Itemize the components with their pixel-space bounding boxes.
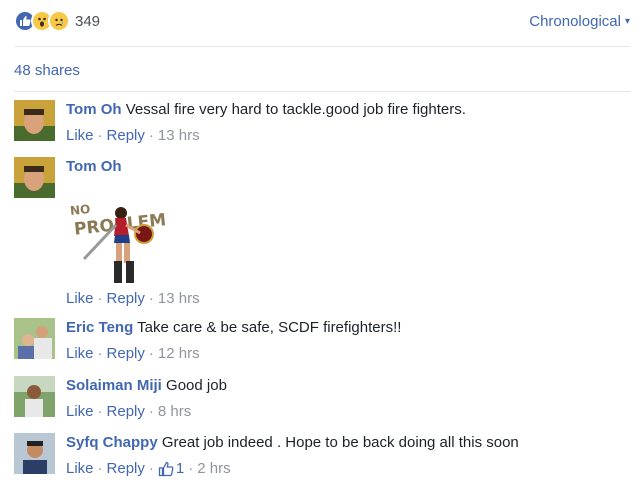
comment-author-link[interactable]: Eric Teng xyxy=(66,319,133,336)
comment-timestamp[interactable]: 8 hrs xyxy=(158,402,191,422)
comment-text: Good job xyxy=(166,377,227,394)
comment-author-link[interactable]: Tom Oh xyxy=(66,101,122,118)
comment-author-link[interactable]: Tom Oh xyxy=(66,158,122,175)
comment-timestamp[interactable]: 2 hrs xyxy=(197,459,230,479)
chevron-down-icon: ▾ xyxy=(624,16,630,27)
comment-actions: Like · Reply · 8 hrs xyxy=(66,402,626,422)
like-link[interactable]: Like xyxy=(66,344,94,364)
separator: · xyxy=(97,290,103,307)
avatar[interactable] xyxy=(14,157,55,198)
separator: · xyxy=(148,127,154,144)
reply-link[interactable]: Reply xyxy=(107,344,145,364)
avatar[interactable] xyxy=(14,376,55,417)
comment-author-link[interactable]: Syfq Chappy xyxy=(66,434,158,451)
warrior-figure-icon xyxy=(82,207,154,283)
comment-timestamp[interactable]: 12 hrs xyxy=(158,344,200,364)
separator: · xyxy=(97,127,103,144)
no-problem-sticker[interactable]: NO PROBLEM xyxy=(66,181,167,287)
sort-label: Chronological xyxy=(529,13,621,30)
reaction-summary[interactable]: 349 xyxy=(14,10,100,32)
separator: · xyxy=(148,290,154,307)
comment-actions: Like · Reply · 13 hrs xyxy=(66,289,626,309)
like-link[interactable]: Like xyxy=(66,402,94,422)
avatar[interactable] xyxy=(14,100,55,141)
separator: · xyxy=(148,460,154,477)
comment-timestamp[interactable]: 13 hrs xyxy=(158,126,200,146)
divider xyxy=(14,91,630,92)
separator: · xyxy=(97,403,103,420)
comment-actions: Like · Reply · 12 hrs xyxy=(66,344,626,364)
comment-author-link[interactable]: Solaiman Miji xyxy=(66,377,162,394)
avatar[interactable] xyxy=(14,433,55,474)
separator: · xyxy=(148,403,154,420)
shares-link[interactable]: 48 shares xyxy=(14,62,80,79)
reply-link[interactable]: Reply xyxy=(107,402,145,422)
separator: · xyxy=(97,460,103,477)
avatar[interactable] xyxy=(14,318,55,359)
comment-like-count[interactable]: 1 xyxy=(158,459,184,479)
reaction-bar: 349 Chronological ▾ xyxy=(0,0,640,46)
like-link[interactable]: Like xyxy=(66,126,94,146)
reply-link[interactable]: Reply xyxy=(107,126,145,146)
thumbs-up-icon xyxy=(158,461,174,477)
reaction-count: 349 xyxy=(75,12,101,30)
comment-text: Vessal fire very hard to tackle.good job… xyxy=(125,101,466,118)
like-link[interactable]: Like xyxy=(66,289,94,309)
like-link[interactable]: Like xyxy=(66,459,94,479)
like-count-value: 1 xyxy=(175,460,185,477)
separator: · xyxy=(148,345,154,362)
divider xyxy=(14,46,630,47)
reply-link[interactable]: Reply xyxy=(107,289,145,309)
separator: · xyxy=(188,460,194,477)
comment-sort-dropdown[interactable]: Chronological ▾ xyxy=(529,13,630,30)
comment-timestamp[interactable]: 13 hrs xyxy=(158,289,200,309)
reply-link[interactable]: Reply xyxy=(107,459,145,479)
comment-text: Take care & be safe, SCDF firefighters!! xyxy=(137,319,402,336)
comment-actions: Like · Reply · 1 · 2 hrs xyxy=(66,459,626,479)
comment-actions: Like · Reply · 13 hrs xyxy=(66,126,626,146)
comment-text: Great job indeed . Hope to be back doing… xyxy=(161,434,519,451)
separator: · xyxy=(97,345,103,362)
sad-reaction-icon xyxy=(48,10,70,32)
